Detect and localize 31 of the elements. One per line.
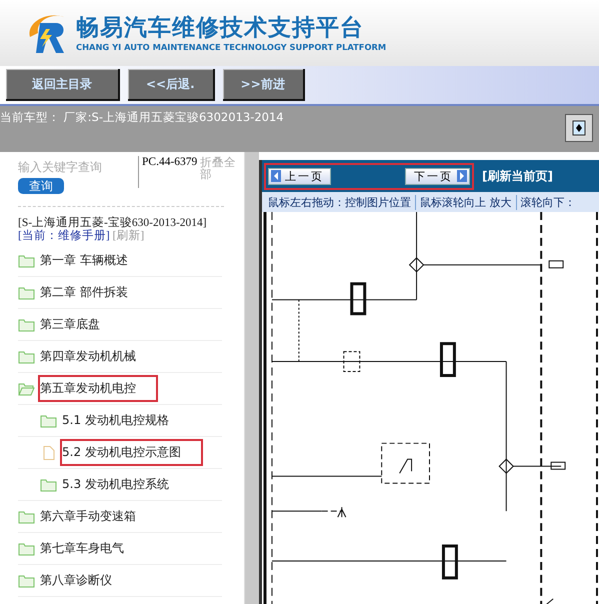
tree-item[interactable]: 第八章诊断仪 [38, 567, 118, 594]
code-text: PC.44-6379 [138, 156, 200, 188]
hint-text: 鼠标滚轮向上 放大 [420, 194, 516, 210]
tree-item[interactable]: 第七章车身电气 [38, 535, 130, 562]
platform-title: 畅易汽车维修技术支持平台 [76, 14, 365, 42]
nav-button[interactable]: 返回主目录 [6, 69, 120, 101]
scrollbar[interactable] [244, 152, 259, 604]
left-arrow-icon [271, 170, 281, 182]
next-page-button[interactable]: 下一页 [405, 168, 470, 184]
refresh-page-link[interactable]: [刷新当前页] [482, 168, 553, 184]
tree-item[interactable]: 第四章发动机机械 [38, 343, 142, 370]
tree-item[interactable]: 5.2 发动机电控示意图 [60, 439, 203, 466]
tree-item[interactable]: 第三章底盘 [38, 311, 106, 338]
platform-subtitle: CHANG YI AUTO MAINTENANCE TECHNOLOGY SUPPORT PLATFORM [76, 42, 386, 52]
current-manual-text: [当前：维修手册] [18, 230, 110, 242]
tree-item[interactable]: 第五章发动机电控 [38, 375, 158, 402]
vehicle-text: [S-上海通用五菱-宝骏630-2013-2014] [18, 217, 207, 229]
tree-item[interactable]: 第六章手动变速箱 [38, 503, 142, 530]
hint-text: 鼠标左右拖动：控制图片位置 [268, 194, 416, 210]
search-button[interactable]: 查询 [18, 178, 64, 194]
right-arrow-icon [457, 170, 467, 182]
nav-button[interactable]: >>前进 [222, 69, 305, 101]
tree-item[interactable]: 第一章 车辆概述 [38, 247, 134, 274]
nav-button[interactable]: <<后退. [128, 69, 215, 101]
current-model-text: 当前车型： 厂家:S-上海通用五菱宝骏6302013-2014 [0, 110, 284, 125]
tree-item[interactable]: 第二章 部件拆装 [38, 279, 134, 306]
prev-page-button[interactable]: 上一页 [268, 168, 331, 184]
hint-text: 滚轮向下： [520, 194, 576, 210]
toggle-button[interactable] [565, 114, 593, 142]
tree-item[interactable]: 5.1 发动机电控规格 [60, 407, 175, 434]
tree-item[interactable]: 5.3 发动机电控系统 [60, 471, 175, 498]
